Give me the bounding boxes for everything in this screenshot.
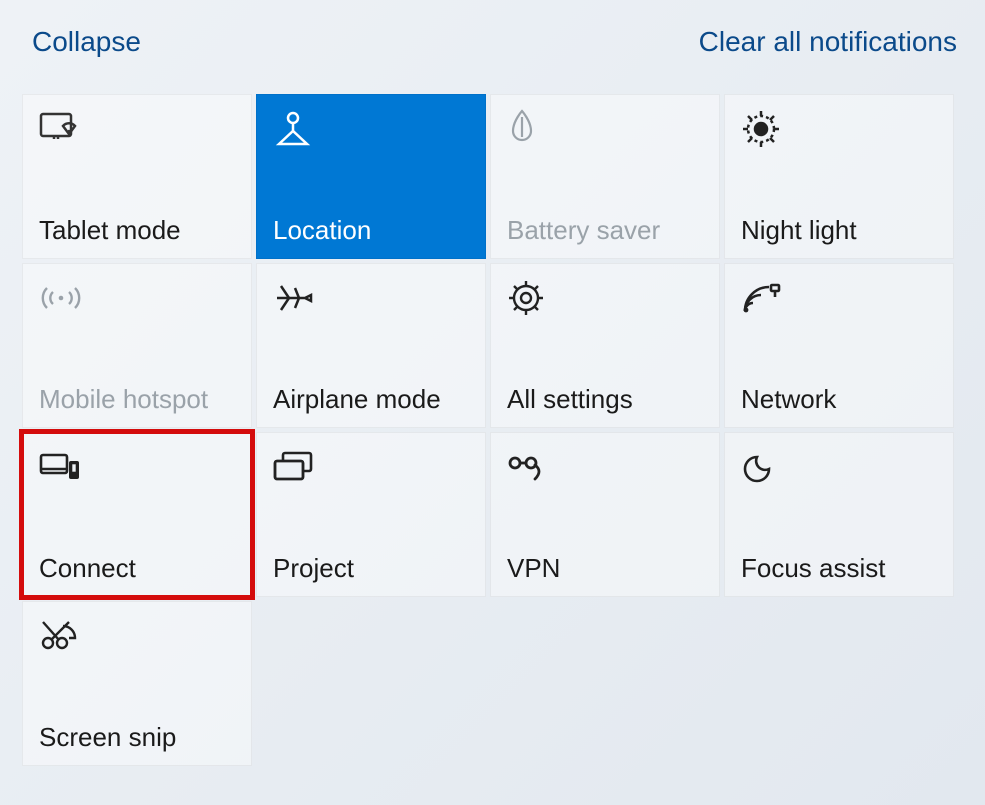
all-settings-label: All settings [507, 384, 703, 415]
airplane-mode-tile[interactable]: Airplane mode [256, 263, 486, 428]
project-icon [273, 447, 469, 487]
battery-saver-label: Battery saver [507, 215, 703, 246]
mobile-hotspot-icon [39, 278, 235, 318]
quick-actions-grid: Tablet mode Location Battery saver [22, 94, 967, 766]
night-light-icon [741, 109, 937, 149]
settings-gear-icon [507, 278, 703, 318]
network-icon [741, 278, 937, 318]
connect-icon [39, 447, 235, 487]
screen-snip-icon [39, 616, 235, 656]
all-settings-tile[interactable]: All settings [490, 263, 720, 428]
focus-assist-icon [741, 447, 937, 487]
network-label: Network [741, 384, 937, 415]
location-tile[interactable]: Location [256, 94, 486, 259]
clear-notifications-link[interactable]: Clear all notifications [699, 26, 957, 58]
battery-saver-tile[interactable]: Battery saver [490, 94, 720, 259]
location-icon [273, 109, 469, 149]
battery-saver-icon [507, 109, 703, 149]
focus-assist-tile[interactable]: Focus assist [724, 432, 954, 597]
airplane-icon [273, 278, 469, 318]
vpn-icon [507, 447, 703, 487]
tablet-mode-icon [39, 109, 235, 149]
screen-snip-label: Screen snip [39, 722, 235, 753]
collapse-link[interactable]: Collapse [32, 26, 141, 58]
night-light-label: Night light [741, 215, 937, 246]
mobile-hotspot-label: Mobile hotspot [39, 384, 235, 415]
location-label: Location [273, 215, 469, 246]
tablet-mode-tile[interactable]: Tablet mode [22, 94, 252, 259]
network-tile[interactable]: Network [724, 263, 954, 428]
night-light-tile[interactable]: Night light [724, 94, 954, 259]
airplane-mode-label: Airplane mode [273, 384, 469, 415]
project-label: Project [273, 553, 469, 584]
vpn-label: VPN [507, 553, 703, 584]
connect-label: Connect [39, 553, 235, 584]
connect-tile[interactable]: Connect [22, 432, 252, 597]
mobile-hotspot-tile[interactable]: Mobile hotspot [22, 263, 252, 428]
focus-assist-label: Focus assist [741, 553, 937, 584]
screen-snip-tile[interactable]: Screen snip [22, 601, 252, 766]
tablet-mode-label: Tablet mode [39, 215, 235, 246]
action-center-panel: Collapse Clear all notifications Tablet … [0, 0, 985, 784]
header-row: Collapse Clear all notifications [22, 18, 967, 66]
vpn-tile[interactable]: VPN [490, 432, 720, 597]
project-tile[interactable]: Project [256, 432, 486, 597]
